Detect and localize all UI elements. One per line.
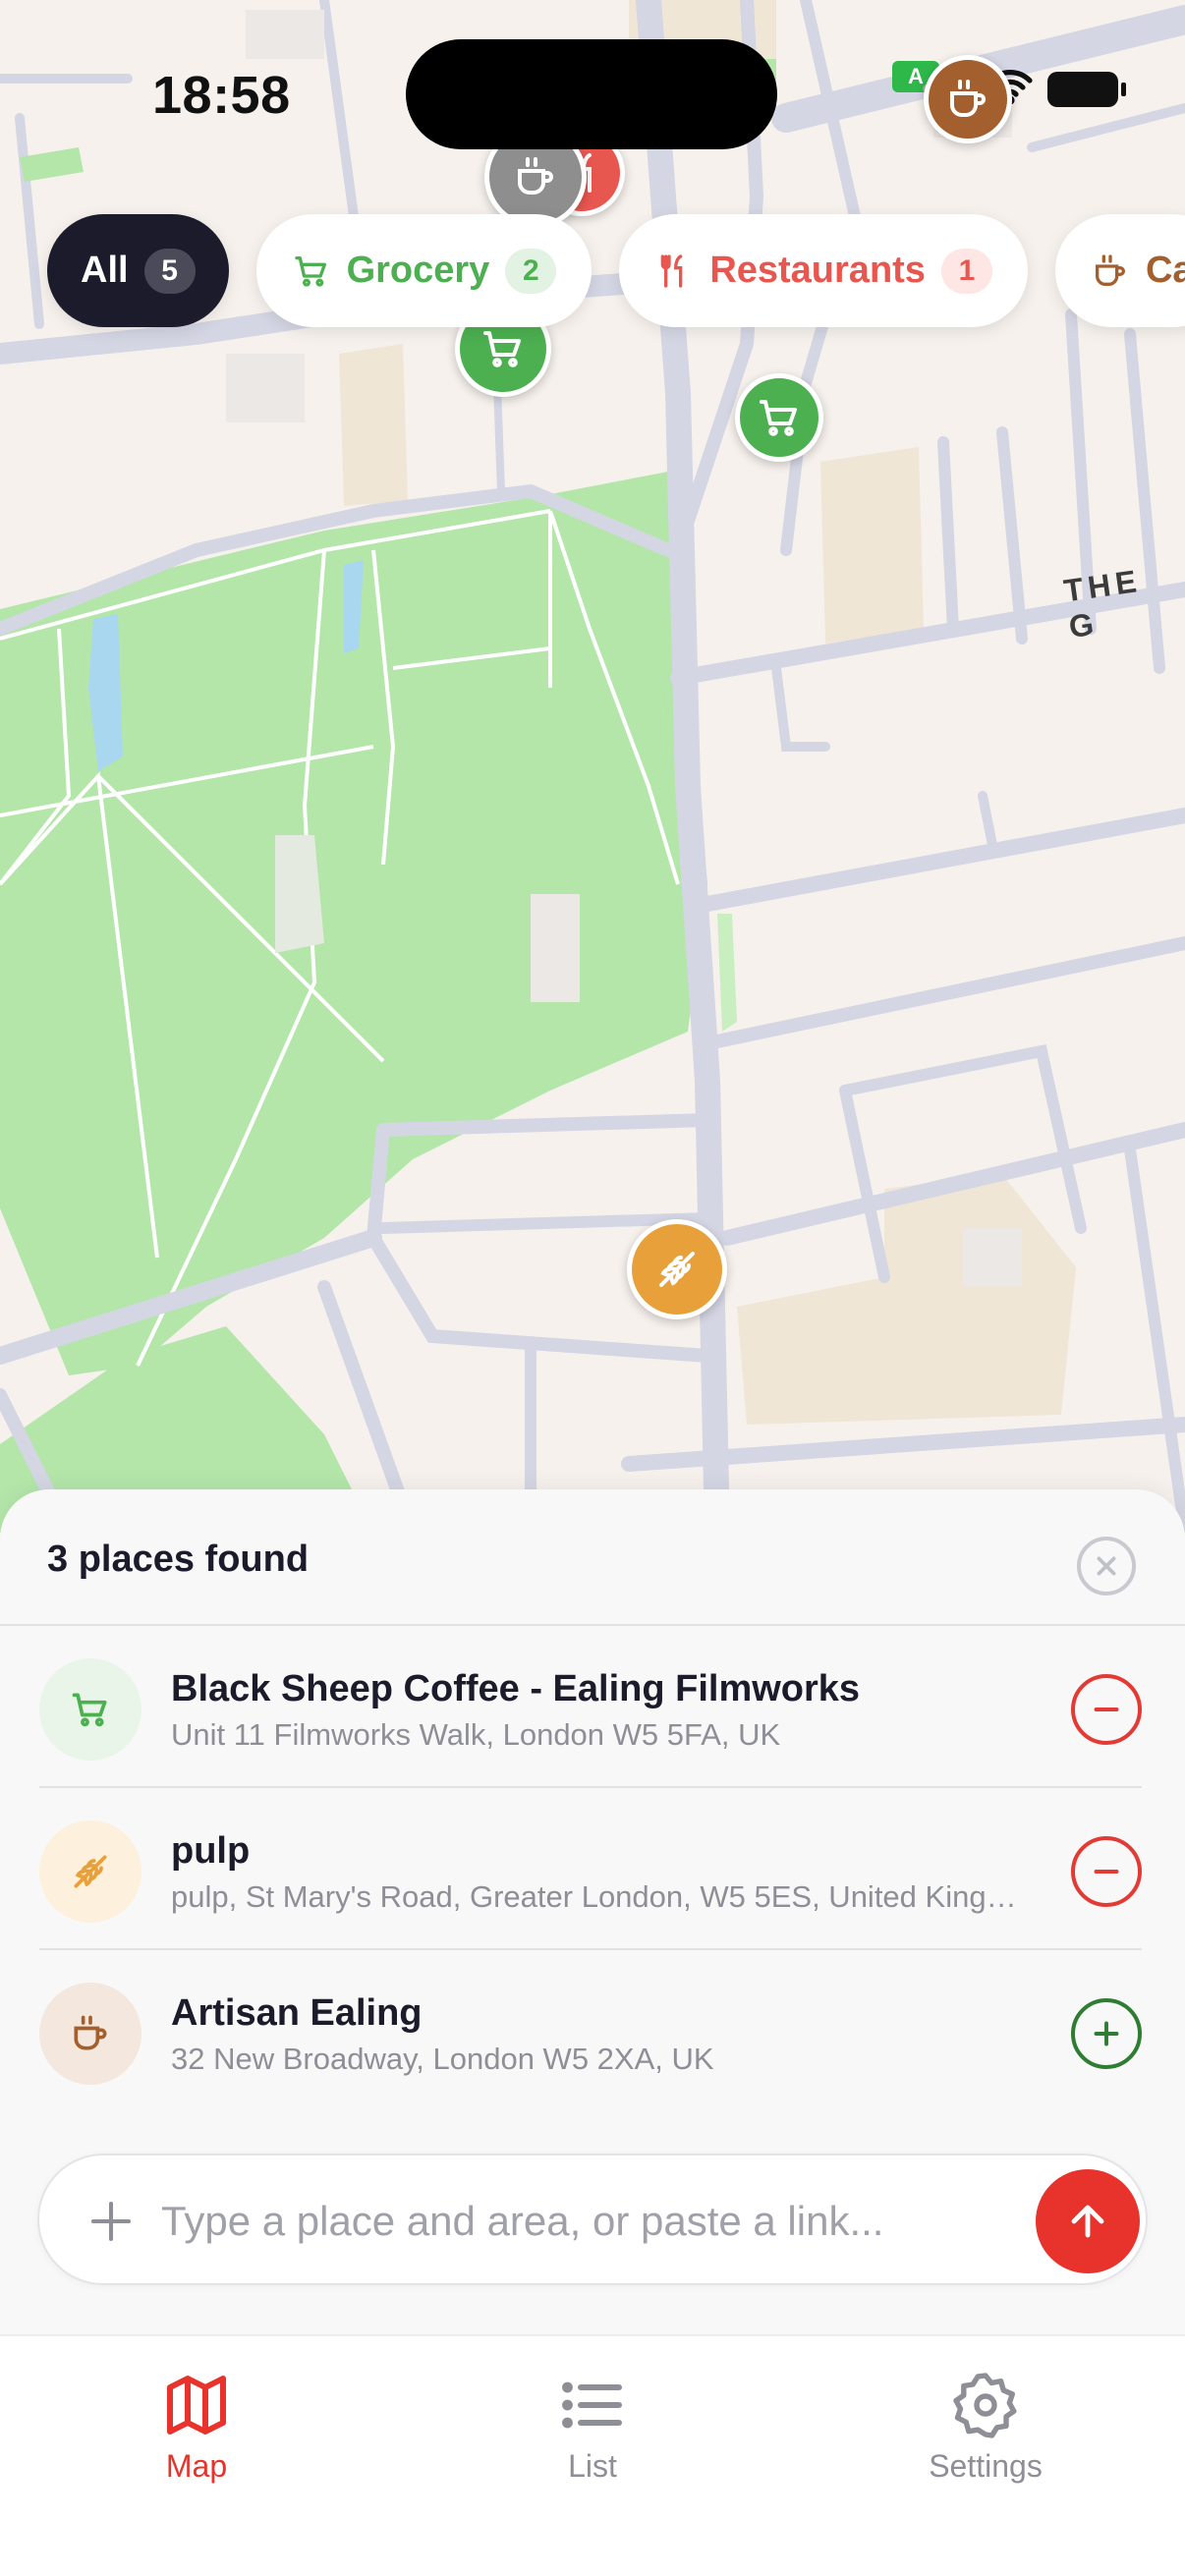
cart-icon	[72, 1693, 107, 1727]
filter-label: Ca	[1145, 250, 1185, 291]
cart-icon	[760, 400, 797, 436]
wheat-icon	[74, 1855, 107, 1888]
place-row[interactable]: pulp pulp, St Mary's Road, Greater Londo…	[39, 1789, 1142, 1950]
bakery-map-marker[interactable]	[627, 1219, 727, 1319]
tab-bar: Map List Settings	[0, 2334, 1185, 2576]
place-search-input[interactable]	[161, 2185, 987, 2258]
minus-icon	[1094, 1708, 1119, 1711]
filter-count-badge: 1	[940, 248, 992, 294]
coffee-icon	[1095, 253, 1125, 286]
plus-icon[interactable]	[85, 2195, 138, 2248]
place-address: 32 New Broadway, London W5 2XA, UK	[171, 2042, 714, 2076]
remove-place-button[interactable]	[1071, 1674, 1142, 1745]
add-place-button[interactable]	[1071, 1998, 1142, 2069]
category-filter-bar: All 5 Grocery 2 Restaurants 1 Ca	[47, 214, 1185, 327]
tab-settings[interactable]: Settings	[858, 2370, 1113, 2485]
row-divider	[39, 1786, 1142, 1788]
coffee-icon	[518, 157, 553, 195]
filter-count-badge: 5	[143, 248, 196, 294]
submit-button[interactable]	[1036, 2169, 1140, 2273]
plus-icon	[1094, 2021, 1119, 2046]
row-divider	[39, 1948, 1142, 1950]
dynamic-island	[406, 39, 777, 149]
tab-label: Map	[165, 2448, 228, 2484]
close-sheet-button[interactable]	[1077, 1537, 1136, 1596]
filter-label: Restaurants	[709, 250, 926, 291]
cart-icon	[294, 255, 326, 287]
place-category-icon	[39, 1820, 141, 1923]
cafe-map-marker[interactable]	[924, 55, 1012, 143]
place-address: pulp, St Mary's Road, Greater London, W5…	[171, 1879, 1026, 1914]
tab-list[interactable]: List	[465, 2370, 720, 2485]
filter-label: Grocery	[346, 250, 490, 291]
status-time: 18:58	[152, 66, 291, 125]
map-icon	[167, 2376, 226, 2435]
filter-count-badge: 2	[505, 248, 557, 294]
minus-icon	[1094, 1870, 1119, 1874]
filter-chip-cafes[interactable]: Ca	[1054, 214, 1185, 327]
remove-place-button[interactable]	[1071, 1836, 1142, 1907]
place-category-icon	[39, 1983, 141, 2085]
place-row[interactable]: Black Sheep Coffee - Ealing Filmworks Un…	[39, 1627, 1142, 1788]
tab-label: Settings	[929, 2448, 1043, 2484]
results-sheet: 3 places found Black Sheep Coffee - Eali…	[0, 1489, 1185, 2334]
divider	[0, 1624, 1185, 1626]
filter-chip-all[interactable]: All 5	[47, 214, 229, 327]
arrow-up-icon	[1071, 2205, 1104, 2238]
add-place-input-bar	[37, 2154, 1148, 2285]
coffee-icon	[950, 80, 986, 117]
close-icon	[1097, 1556, 1116, 1576]
fork-knife-icon	[660, 253, 683, 288]
list-icon	[562, 2381, 622, 2429]
filter-label: All	[81, 250, 129, 291]
tab-label: List	[568, 2448, 617, 2484]
place-name: pulp	[171, 1830, 251, 1872]
gear-icon	[953, 2373, 1017, 2438]
filter-chip-restaurants[interactable]: Restaurants 1	[619, 214, 1028, 327]
place-name: Artisan Ealing	[171, 1992, 423, 2034]
place-address: Unit 11 Filmworks Walk, London W5 5FA, U…	[171, 1717, 781, 1752]
coffee-icon	[74, 2015, 107, 2050]
battery-icon	[1047, 71, 1126, 107]
filter-chip-grocery[interactable]: Grocery 2	[255, 214, 592, 327]
cart-icon	[483, 331, 521, 367]
place-row[interactable]: Artisan Ealing 32 New Broadway, London W…	[39, 1951, 1142, 2112]
place-category-icon	[39, 1658, 141, 1761]
tab-map[interactable]: Map	[69, 2370, 324, 2485]
grocery-map-marker[interactable]	[735, 373, 823, 462]
place-name: Black Sheep Coffee - Ealing Filmworks	[171, 1668, 861, 1709]
wheat-icon	[659, 1252, 695, 1287]
results-count-title: 3 places found	[47, 1539, 310, 1580]
